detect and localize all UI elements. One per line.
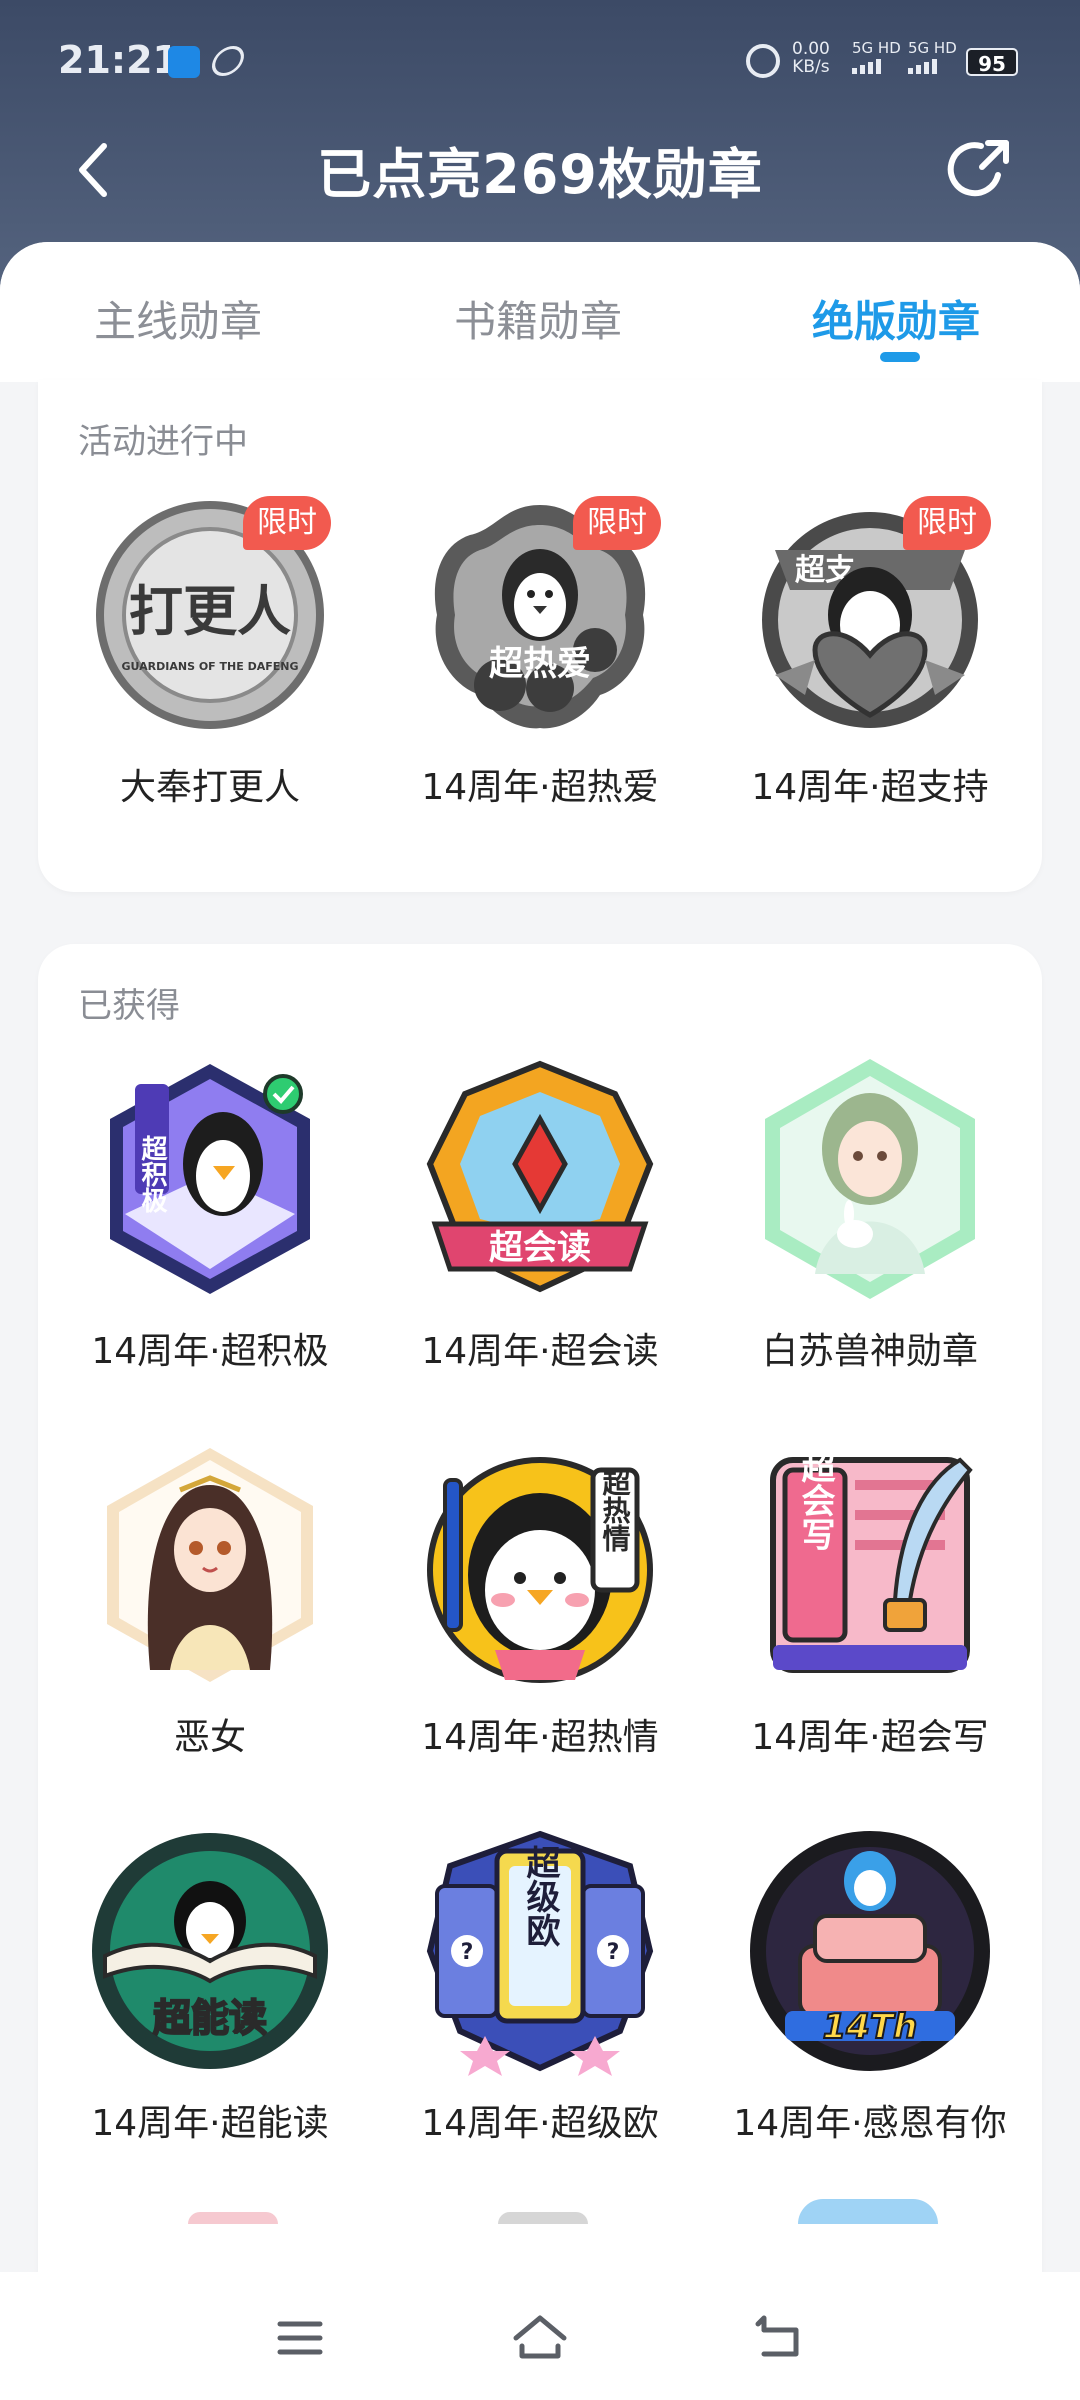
- qq-notification-icon: [168, 46, 200, 78]
- active-tab-indicator: [880, 352, 920, 362]
- badge-super-capable-reader-image: 超能读: [85, 1826, 335, 2076]
- badge-super-reader-image: 超会读: [415, 1054, 665, 1304]
- limited-tag: 限时: [243, 496, 331, 550]
- battery-indicator: 95: [966, 48, 1018, 76]
- network-speed: 0.00 KB/s: [792, 40, 830, 76]
- svg-text:?: ?: [607, 1940, 620, 1965]
- badge-item[interactable]: 超热情 14周年·超热情: [390, 1440, 690, 1760]
- network-speed-unit: KB/s: [792, 57, 830, 77]
- signal-sim2: 5G HD: [908, 40, 957, 74]
- badge-art-text: 超热爱: [489, 644, 591, 684]
- page-title: 已点亮269枚勋章: [317, 143, 763, 206]
- status-bar: 21:21 0.00 KB/s 5G HD 5G HD 95: [0, 0, 1080, 120]
- badge-item[interactable]: 超会写 14周年·超会写: [720, 1440, 1020, 1760]
- active-events-card: 活动进行中 打更人 GUARDIANS OF THE DAFENG 限时 大奉打…: [38, 380, 1042, 892]
- badge-label: 14周年·超级欧: [421, 2103, 659, 2144]
- alarm-icon: [746, 44, 780, 78]
- app-notification-icon: [207, 46, 249, 76]
- owned-badges-card: 已获得 超积极 14周年·超积极 超会读 14周年·超会读 白苏兽神勋章 恶女 …: [38, 944, 1042, 2364]
- signal-bars-icon: [908, 59, 957, 74]
- badge-baisu-image: [745, 1054, 995, 1304]
- badge-art-text: 超能读: [153, 1996, 267, 2040]
- badge-label: 14周年·超热情: [421, 1717, 659, 1758]
- badge-item[interactable]: 恶女: [60, 1440, 360, 1760]
- badge-label: 14周年·超会读: [421, 1331, 659, 1372]
- section-title-owned: 已获得: [78, 986, 180, 1026]
- badge-art-text: 超热情: [599, 1468, 632, 1552]
- menu-icon[interactable]: [270, 2308, 330, 2368]
- badge-art-text: 超级欧: [520, 1845, 560, 1948]
- tab-limited-badges[interactable]: 绝版勋章: [812, 288, 980, 349]
- badge-item[interactable]: 14Th 14周年·感恩有你: [720, 1826, 1020, 2146]
- badge-item[interactable]: 超能读 14周年·超能读: [60, 1826, 360, 2146]
- badge-item[interactable]: 白苏兽神勋章: [720, 1054, 1020, 1374]
- badge-label: 大奉打更人: [119, 767, 300, 808]
- badge-thank-you-image: 14Th: [745, 1826, 995, 2076]
- badge-label: 14周年·感恩有你: [733, 2103, 1007, 2144]
- tab-bar: 主线勋章 书籍勋章 绝版勋章: [0, 242, 1080, 382]
- badge-super-lucky-image: ? ? 超级欧: [415, 1826, 665, 2076]
- badge-next-row-peek: [498, 2212, 588, 2224]
- badge-label: 14周年·超热爱: [421, 767, 659, 808]
- badge-dafeng-image: 打更人 GUARDIANS OF THE DAFENG 限时: [85, 490, 335, 740]
- badge-villainess-image: [85, 1440, 335, 1690]
- badge-art-subtext: GUARDIANS OF THE DAFENG: [122, 660, 299, 673]
- svg-text:?: ?: [461, 1940, 474, 1965]
- signal-sim1-label: 5G HD: [852, 39, 901, 57]
- network-speed-value: 0.00: [792, 39, 830, 59]
- badge-label: 14周年·超支持: [751, 767, 989, 808]
- limited-tag: 限时: [573, 496, 661, 550]
- badge-item[interactable]: 超支 限时 14周年·超支持: [720, 490, 1020, 810]
- badge-label: 14周年·超会写: [751, 1717, 989, 1758]
- signal-sim1: 5G HD: [852, 40, 901, 74]
- badge-label: 14周年·超积极: [91, 1331, 329, 1372]
- badge-label: 恶女: [173, 1717, 246, 1758]
- badge-item[interactable]: ? ? 超级欧 14周年·超级欧: [390, 1826, 690, 2146]
- badge-art-text: 超会读: [489, 1228, 591, 1268]
- badge-super-active-image: 超积极: [85, 1054, 335, 1304]
- badge-super-support-image: 超支 限时: [745, 490, 995, 740]
- badge-super-love-image: 超热爱 限时: [415, 490, 665, 740]
- signal-bars-icon: [852, 59, 901, 74]
- badge-art-text: 超积极: [137, 1135, 167, 1214]
- section-title-active: 活动进行中: [78, 422, 248, 462]
- badge-label: 白苏兽神勋章: [761, 1331, 978, 1372]
- tab-book-badges[interactable]: 书籍勋章: [454, 288, 622, 349]
- signal-sim2-label: 5G HD: [908, 39, 957, 57]
- badge-next-row-peek: [798, 2199, 938, 2224]
- tab-main-badges[interactable]: 主线勋章: [94, 288, 262, 349]
- status-time: 21:21: [58, 38, 179, 82]
- limited-tag: 限时: [903, 496, 991, 550]
- badge-item[interactable]: 超会读 14周年·超会读: [390, 1054, 690, 1374]
- badge-art-text: 超会写: [795, 1449, 835, 1551]
- badge-art-text: 打更人: [129, 579, 291, 643]
- badge-super-writer-image: 超会写: [745, 1440, 995, 1690]
- share-icon[interactable]: [946, 135, 1016, 205]
- badge-item[interactable]: 打更人 GUARDIANS OF THE DAFENG 限时 大奉打更人: [60, 490, 360, 810]
- home-icon[interactable]: [510, 2308, 570, 2368]
- return-icon[interactable]: [750, 2308, 810, 2368]
- system-nav-bar: [0, 2272, 1080, 2400]
- content-sheet: 主线勋章 书籍勋章 绝版勋章 活动进行中 打更人 GUARDIANS OF TH…: [0, 242, 1080, 2400]
- badge-next-row-peek: [188, 2212, 278, 2224]
- badge-label: 14周年·超能读: [91, 2103, 329, 2144]
- badge-item[interactable]: 超热爱 限时 14周年·超热爱: [390, 490, 690, 810]
- badge-super-passion-image: 超热情: [415, 1440, 665, 1690]
- badge-art-text: 14Th: [823, 2007, 918, 2047]
- badge-item[interactable]: 超积极 14周年·超积极: [60, 1054, 360, 1374]
